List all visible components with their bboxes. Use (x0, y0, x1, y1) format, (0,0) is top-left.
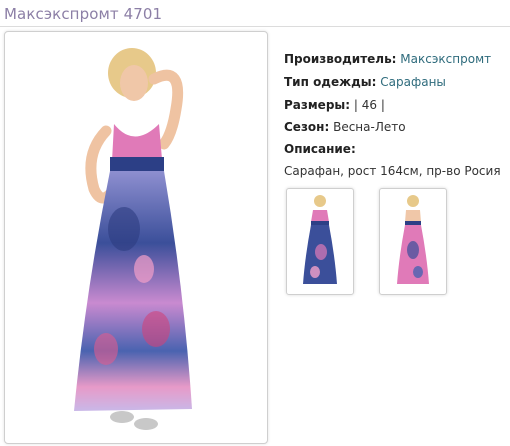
description-text: Сарафан, рост 164см, пр-во Росия (284, 164, 501, 178)
thumbnail-front[interactable] (286, 188, 354, 295)
product-title: Максэкспромт 4701 (4, 5, 163, 23)
clothing-type-label: Тип одежды: (284, 75, 377, 89)
clothing-type-link[interactable]: Сарафаны (380, 75, 446, 89)
manufacturer-row: Производитель: Максэкспромт (284, 52, 491, 66)
sizes-value: | 46 | (353, 98, 385, 112)
clothing-type-row: Тип одежды: Сарафаны (284, 75, 446, 89)
thumbnail-back[interactable] (379, 188, 447, 295)
manufacturer-label: Производитель: (284, 52, 397, 66)
season-value: Весна-Лето (333, 120, 406, 134)
main-product-photo[interactable] (14, 39, 244, 437)
manufacturer-link[interactable]: Максэкспромт (400, 52, 491, 66)
season-label: Сезон: (284, 120, 330, 134)
sizes-label: Размеры: (284, 98, 351, 112)
title-divider (0, 26, 510, 27)
description-heading-row: Описание: (284, 142, 356, 156)
thumbnail-back-photo (384, 192, 442, 290)
season-row: Сезон: Весна-Лето (284, 120, 406, 134)
description-label: Описание: (284, 142, 356, 156)
sizes-row: Размеры: | 46 | (284, 98, 385, 112)
thumbnail-front-photo (291, 192, 349, 290)
main-product-image-frame[interactable] (4, 31, 268, 444)
